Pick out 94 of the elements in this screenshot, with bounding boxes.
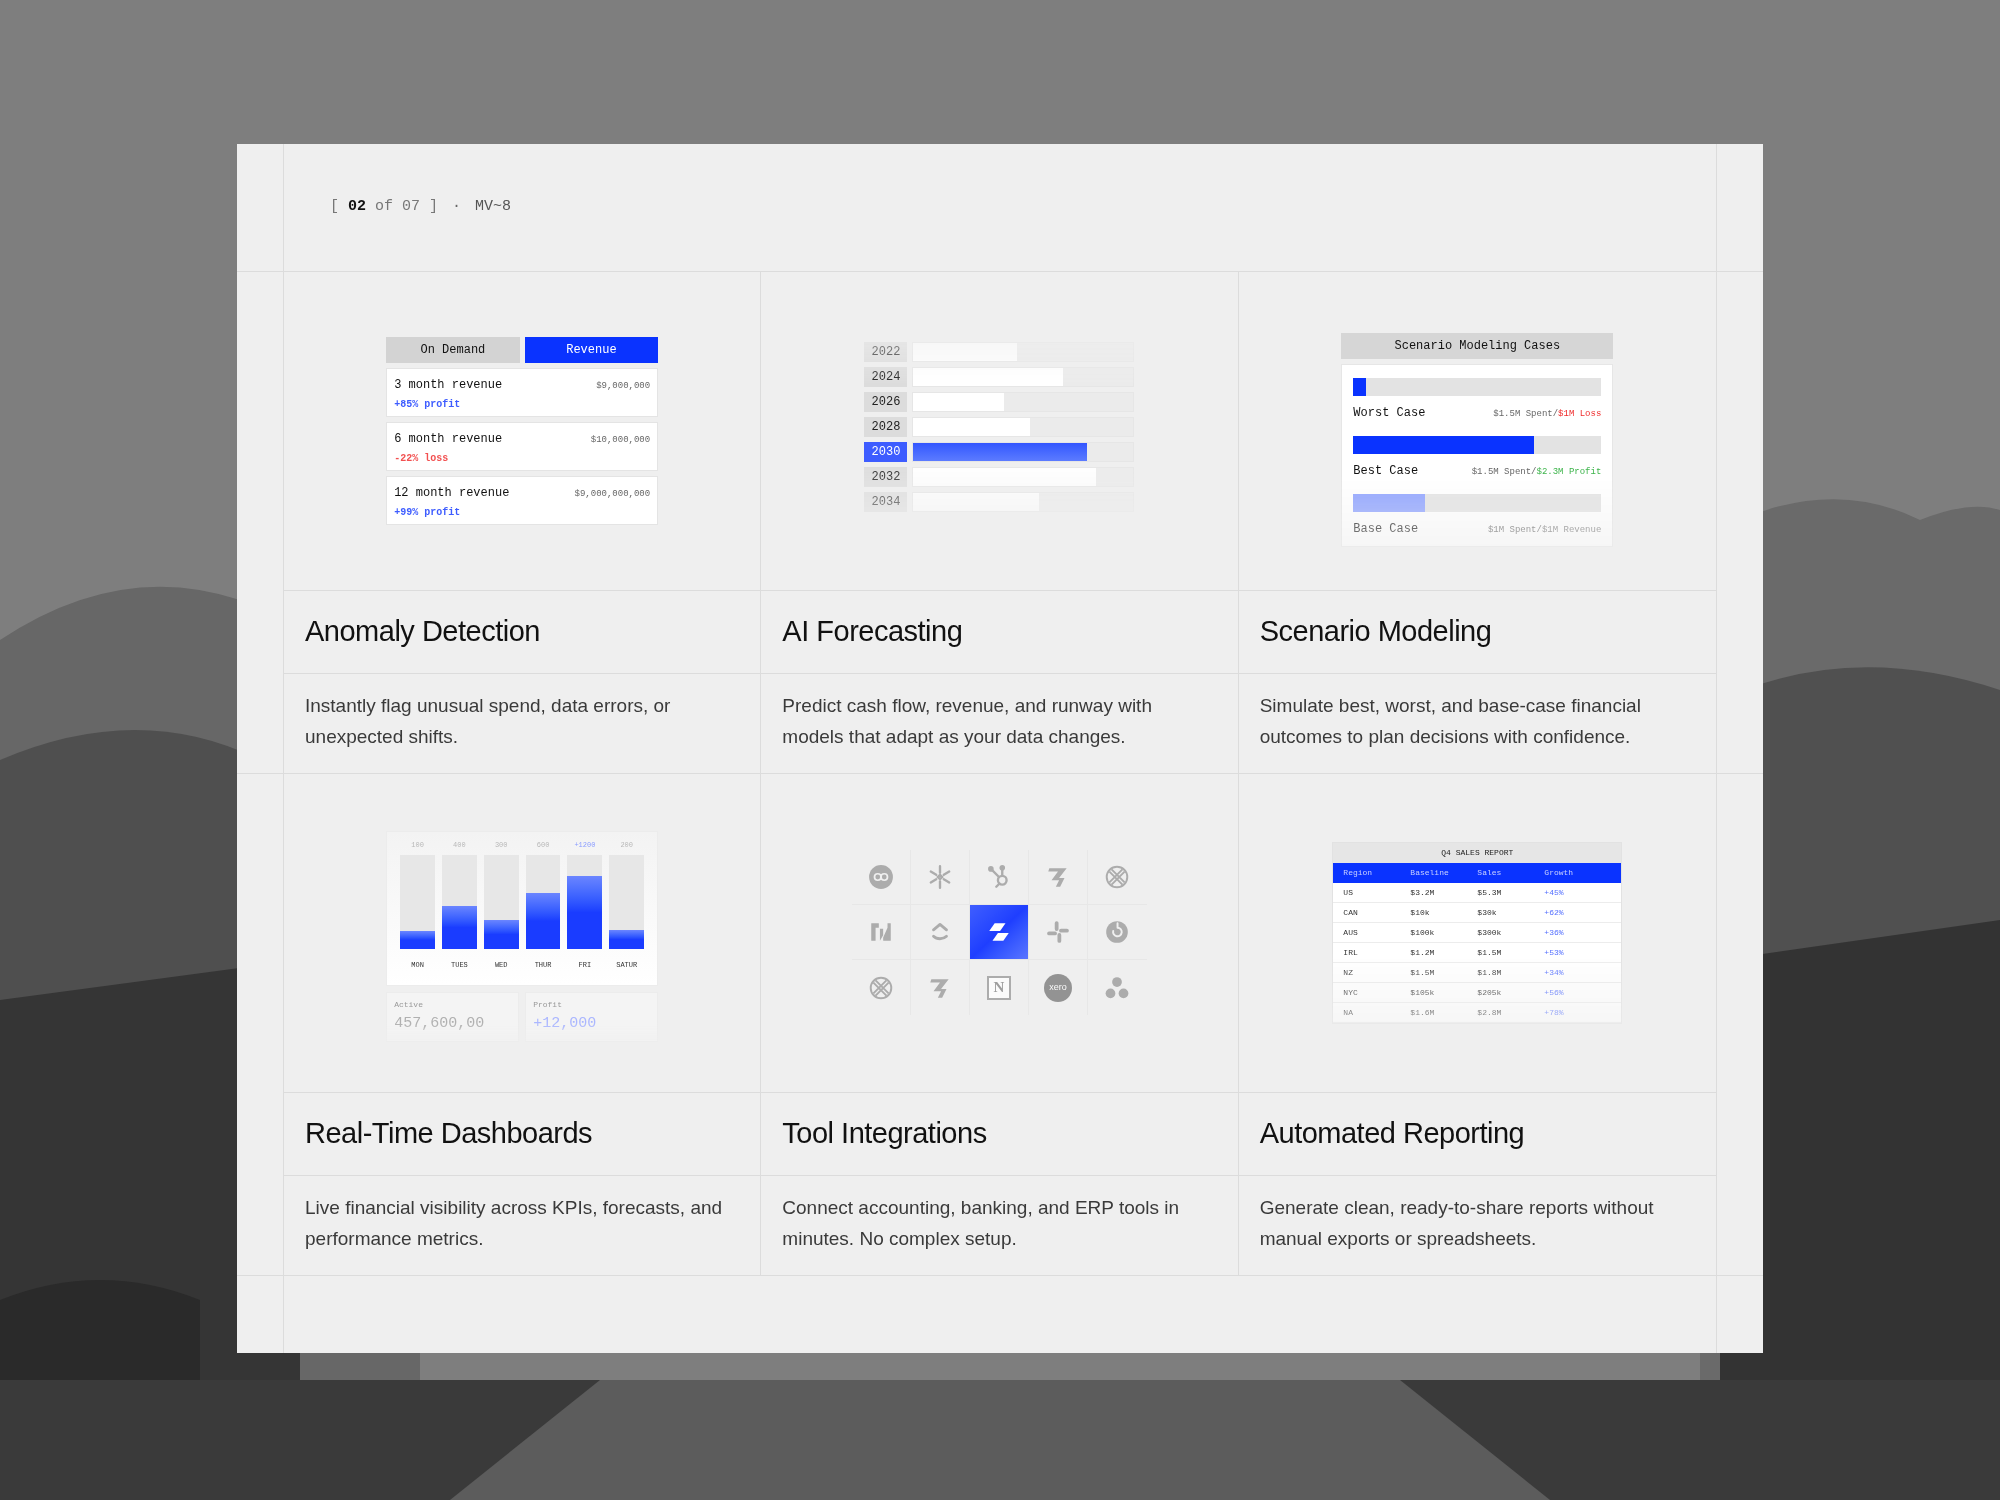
table-cell-text: CAN [1343,906,1359,919]
module-code: MV~8 [475,197,512,218]
table-cell-text: +53% [1544,946,1565,959]
tab[interactable]: On Demand [386,337,520,363]
integration-tile[interactable] [911,905,970,960]
stat-value: +12,000 [533,1014,598,1034]
case-name: Base Case [1353,521,1419,538]
revenue-amount: $9,000,000 [596,380,651,393]
case-name: Worst Case [1353,405,1426,422]
result-text: $1M Revenue [1541,524,1602,537]
revenue-label: 3 month revenue [394,377,503,394]
year-label[interactable]: 2022 [864,342,908,362]
feature-description: Live financial visibility across KPIs, forecasts, and performance metrics. [305,1196,724,1251]
feature-description: Predict cash flow, revenue, and runway with models that adapt as your data changes. [782,694,1153,749]
table-cell-text: +78% [1544,1006,1565,1019]
feature-description: Simulate best, worst, and base-case financial outcomes to plan decisions with confidence. [1259,694,1642,749]
column-header: Region [1343,867,1374,879]
spent-text: $1M Spent/ [1487,524,1542,537]
revenue-label: 6 month revenue [394,431,503,448]
lattice-icon [1104,864,1131,890]
panel-title: Scenario Modeling Cases [1341,333,1614,359]
result-text: $2.3M Profit [1536,466,1602,479]
logo-badge: xero [1044,973,1072,1002]
tab[interactable]: Revenue [524,337,659,363]
pinwheel-icon [1045,919,1071,945]
case-name: Best Case [1353,463,1419,480]
table-cell-text: +56% [1544,986,1565,999]
integration-tile[interactable] [852,850,911,905]
table-cell-text: +34% [1544,966,1565,979]
table-cell-text: $1.8M [1477,966,1503,979]
table-cell-text: NA [1343,1006,1354,1019]
stat-label: Active [394,999,424,1011]
dots-icon [1104,974,1131,1001]
revenue-amount: $10,000,000 [590,434,651,447]
stat-label: Profit [533,999,563,1011]
table-cell-text: $1.2M [1410,946,1436,959]
change-text: +85% profit [394,398,461,412]
change-text: -22% loss [394,452,449,466]
stat-value: 457,600,00 [394,1014,486,1034]
integration-tile[interactable] [1029,850,1088,905]
table-cell-text: AUS [1343,926,1359,939]
column-header: Growth [1544,867,1575,879]
table-cell-text: +36% [1544,926,1565,939]
table-cell-text: $5.3M [1477,886,1503,899]
table-cell-text: US [1343,886,1354,899]
table-cell-text: +62% [1544,906,1565,919]
feature-description: Connect accounting, banking, and ERP tools in minutes. No complex setup. [782,1196,1181,1251]
table-cell-text: NZ [1343,966,1354,979]
integration-tile[interactable] [852,905,911,960]
change-text: +99% profit [394,506,461,520]
spent-text: $1.5M Spent/ [1493,408,1559,421]
integration-tile[interactable] [911,850,970,905]
table-cell-text: NYC [1343,986,1359,999]
year-label[interactable]: 2024 [864,367,908,387]
year-label[interactable]: 2032 [864,467,908,487]
integration-tile[interactable] [970,905,1029,960]
year-label[interactable]: 2028 [864,417,908,437]
revenue-amount: $9,000,000,000 [574,488,651,501]
feature-title: AI Forecasting [782,614,963,650]
feature-description: Instantly flag unusual spend, data errors, or unexpected shifts. [305,694,672,749]
year-label[interactable]: 2026 [864,392,908,412]
year-label[interactable]: 2030 [864,442,908,462]
table-cell-text: IRL [1343,946,1359,959]
feature-title: Real-Time Dashboards [305,1116,593,1152]
feature-title: Scenario Modeling [1259,614,1492,650]
table-cell-text: $300k [1477,926,1503,939]
table-cell-text: $1.6M [1410,1006,1436,1019]
spent-text: $1.5M Spent/ [1471,466,1537,479]
logo-tile: N [987,975,1011,1000]
table-cell-text: $100k [1410,926,1436,939]
snowflake-icon [927,864,953,890]
table-cell-text: $10k [1410,906,1431,919]
report-title: Q4 SALES REPORT [1333,843,1622,863]
feature-description: Generate clean, ready-to-share reports without manual exports or spreadsheets. [1259,1196,1655,1251]
lattice-icon [868,974,894,1001]
revenue-label: 12 month revenue [394,485,510,502]
integration-tile[interactable] [1029,905,1088,960]
feature-title: Automated Reporting [1259,1116,1525,1152]
feature-title: Tool Integrations [782,1116,987,1152]
table-cell-text: $2.8M [1477,1006,1503,1019]
table-cell-text: $1.5M [1410,966,1436,979]
badge-icon [868,864,894,890]
column-header: Sales [1477,867,1503,879]
table-cell-text: $30k [1477,906,1498,919]
separator-dot: · [452,197,462,218]
page-counter: [ 02 of 07 ] [330,197,439,218]
table-cell-text: +45% [1544,886,1565,899]
result-text: $1M Loss [1558,408,1602,421]
table-cell-text: $105k [1410,986,1436,999]
column-header: Baseline [1410,867,1450,879]
table-cell-text: $205k [1477,986,1503,999]
table-cell-text: $3.2M [1410,886,1436,899]
feature-title: Anomaly Detection [305,614,540,650]
table-cell-text: $1.5M [1477,946,1503,959]
